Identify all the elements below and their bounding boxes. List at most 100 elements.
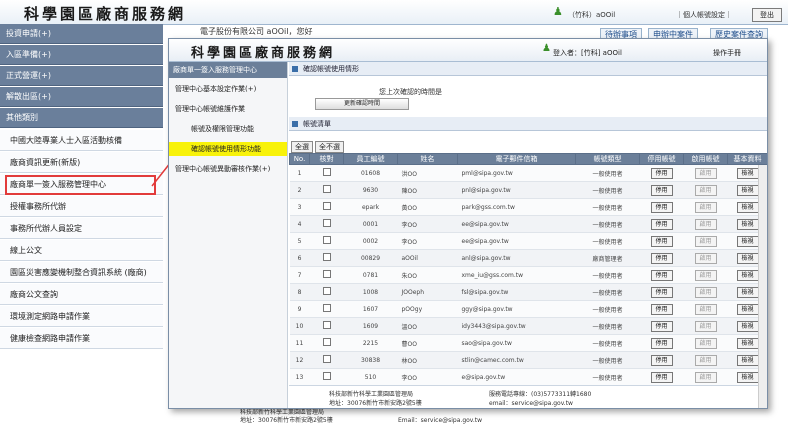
table-row: 12 30838 林OO stlin@camec.com.tw 一般使用者 停用 啟用 檢視 <box>289 351 767 369</box>
view-button[interactable]: 檢視 <box>736 269 759 281</box>
enable-button[interactable]: 啟用 <box>694 337 717 349</box>
row-checkbox[interactable] <box>322 185 331 193</box>
manual-link[interactable]: 操作手冊 <box>713 48 741 58</box>
disable-button[interactable]: 停用 <box>650 303 673 315</box>
enable-button[interactable]: 啟用 <box>694 320 717 332</box>
row-checkbox[interactable] <box>322 168 331 176</box>
row-employee-id: 9630 <box>343 181 398 199</box>
disable-button[interactable]: 停用 <box>650 235 673 247</box>
select-all-button[interactable]: 全選 <box>291 141 313 153</box>
disable-button[interactable]: 停用 <box>650 337 673 349</box>
disable-button[interactable]: 停用 <box>650 286 673 298</box>
row-employee-id: 2215 <box>343 334 398 352</box>
menu-basic-settings[interactable]: 管理中心基本設定作業(+) <box>169 85 287 94</box>
sidebar-sub-item[interactable]: 廠商資訊更新(新版) <box>0 152 163 173</box>
row-checkbox[interactable] <box>322 304 331 312</box>
view-button[interactable]: 檢視 <box>736 167 759 179</box>
enable-button[interactable]: 啟用 <box>694 371 717 383</box>
sidebar-sub-item[interactable]: 線上公文 <box>0 240 163 261</box>
row-checkbox[interactable] <box>322 270 331 278</box>
view-button[interactable]: 檢視 <box>736 286 759 298</box>
win-login-user: 登入者：[竹科] aOOil <box>553 49 622 57</box>
disable-button[interactable]: 停用 <box>650 269 673 281</box>
row-checkbox[interactable] <box>322 355 331 363</box>
sidebar-sub-item[interactable]: 中國大陸專業人士入區活動核備 <box>0 130 163 151</box>
row-account-type: 一般使用者 <box>575 300 640 318</box>
personal-settings-link[interactable]: ｜個人帳號設定｜ <box>676 10 732 20</box>
col-basic-info: 基本資料 <box>727 153 767 165</box>
bg-footer-email: Email：service@sipa.gov.tw <box>398 417 483 424</box>
enable-button[interactable]: 啟用 <box>694 269 717 281</box>
enable-button[interactable]: 啟用 <box>694 184 717 196</box>
sidebar-sub-item[interactable]: 環境測定網路申請作業 <box>0 306 163 327</box>
enable-button[interactable]: 啟用 <box>694 303 717 315</box>
sidebar-sub-item[interactable]: 園區災害應變機制整合資訊系統 (廠商) <box>0 262 163 283</box>
row-account-type: 一般使用者 <box>575 215 640 233</box>
disable-button[interactable]: 停用 <box>650 371 673 383</box>
view-button[interactable]: 檢視 <box>736 354 759 366</box>
row-checkbox[interactable] <box>322 202 331 210</box>
row-checkbox[interactable] <box>322 338 331 346</box>
row-checkbox[interactable] <box>322 287 331 295</box>
view-button[interactable]: 檢視 <box>736 303 759 315</box>
row-account-type: 一般使用者 <box>575 334 640 352</box>
row-checkbox[interactable] <box>322 236 331 244</box>
sidebar-sub-item[interactable]: 事務所代辦人員設定 <box>0 218 163 239</box>
footer-phone: 服務電話專線：(03)5773311轉1680 <box>489 391 592 398</box>
sidebar-item-dissolve[interactable]: 解散出區(+) <box>0 87 163 107</box>
view-button[interactable]: 檢視 <box>736 184 759 196</box>
enable-button[interactable]: 啟用 <box>694 286 717 298</box>
sidebar-item-other[interactable]: 其他類別 <box>0 108 163 128</box>
sidebar-item-invest[interactable]: 投資申請(+) <box>0 24 163 44</box>
view-button[interactable]: 檢視 <box>736 337 759 349</box>
row-employee-id: 1609 <box>343 317 398 335</box>
menu-confirm-account-usage[interactable]: 確認帳號使用情形功能 <box>169 142 287 156</box>
row-email: pnl@sipa.gov.tw <box>457 181 576 199</box>
deselect-all-button[interactable]: 全不選 <box>315 141 344 153</box>
enable-button[interactable]: 啟用 <box>694 201 717 213</box>
view-button[interactable]: 檢視 <box>736 218 759 230</box>
row-account-type: 一般使用者 <box>575 181 640 199</box>
sidebar-sub-item[interactable]: 廠商公文查詢 <box>0 284 163 305</box>
scrollbar[interactable] <box>758 165 767 408</box>
menu-account-maintenance[interactable]: 管理中心帳號維護作業 <box>169 105 287 114</box>
update-confirm-time-button[interactable]: 更新確認時間 <box>315 98 409 110</box>
enable-button[interactable]: 啟用 <box>694 235 717 247</box>
view-button[interactable]: 檢視 <box>736 201 759 213</box>
row-checkbox[interactable] <box>322 219 331 227</box>
disable-button[interactable]: 停用 <box>650 184 673 196</box>
disable-button[interactable]: 停用 <box>650 201 673 213</box>
menu-account-permissions[interactable]: 帳號及權限管理功能 <box>169 125 287 134</box>
enable-button[interactable]: 啟用 <box>694 252 717 264</box>
disable-button[interactable]: 停用 <box>650 167 673 179</box>
disable-button[interactable]: 停用 <box>650 252 673 264</box>
row-account-type: 一般使用者 <box>575 317 640 335</box>
enable-button[interactable]: 啟用 <box>694 218 717 230</box>
enable-button[interactable]: 啟用 <box>694 354 717 366</box>
row-no: 11 <box>289 334 310 352</box>
bg-site-title: 科學園區廠商服務網 <box>24 5 187 23</box>
view-button[interactable]: 檢視 <box>736 252 759 264</box>
sidebar-item-prepare[interactable]: 入區準備(+) <box>0 45 163 65</box>
sidebar-item-operation[interactable]: 正式營運(+) <box>0 66 163 86</box>
row-checkbox[interactable] <box>322 321 331 329</box>
row-no: 13 <box>289 368 310 386</box>
disable-button[interactable]: 停用 <box>650 354 673 366</box>
row-checkbox-cell <box>309 215 344 233</box>
row-disable-cell: 停用 <box>639 283 684 301</box>
col-account-type: 帳號類型 <box>575 153 640 165</box>
view-button[interactable]: 檢視 <box>736 371 759 383</box>
disable-button[interactable]: 停用 <box>650 218 673 230</box>
view-button[interactable]: 檢視 <box>736 235 759 247</box>
row-checkbox[interactable] <box>322 372 331 380</box>
sidebar-sub-item[interactable]: 健康檢查網路申請作業 <box>0 328 163 349</box>
menu-account-change-review[interactable]: 管理中心帳號異動審核作業(+) <box>169 165 287 174</box>
sidebar-sub-item[interactable]: 授權事務所代辦 <box>0 196 163 217</box>
view-button[interactable]: 檢視 <box>736 320 759 332</box>
row-no: 9 <box>289 300 310 318</box>
enable-button[interactable]: 啟用 <box>694 167 717 179</box>
row-disable-cell: 停用 <box>639 334 684 352</box>
row-checkbox[interactable] <box>322 253 331 261</box>
disable-button[interactable]: 停用 <box>650 320 673 332</box>
logout-button[interactable]: 登出 <box>752 8 782 22</box>
